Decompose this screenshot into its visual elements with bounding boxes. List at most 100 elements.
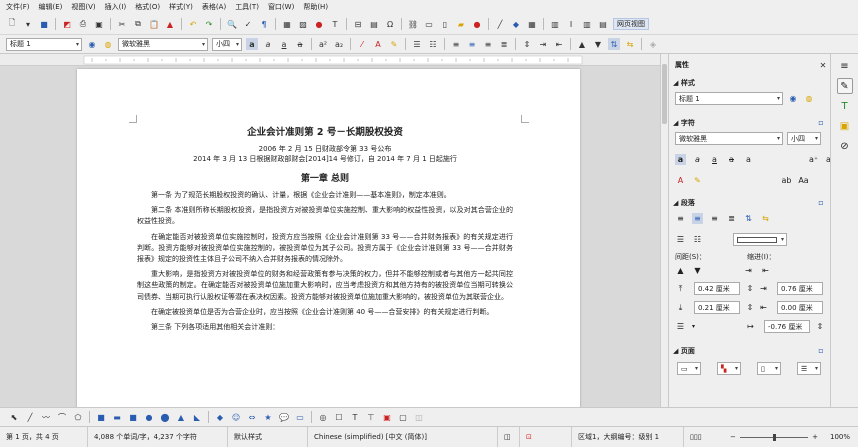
background-color-combo[interactable]: ▾ bbox=[733, 233, 787, 246]
align-left-icon[interactable]: ≡ bbox=[450, 38, 462, 50]
strikethrough-icon[interactable]: a bbox=[294, 38, 306, 50]
word-count[interactable]: 4,088 个单词/字，4,237 个字符 bbox=[88, 426, 228, 447]
insert-mode-icon[interactable]: ◫ bbox=[498, 426, 520, 447]
page-orientation-button[interactable]: ▭ ▾ bbox=[677, 362, 701, 375]
menu-item[interactable]: 格式(O) bbox=[135, 2, 160, 12]
formatting-marks-icon[interactable]: ¶ bbox=[258, 18, 270, 30]
page-columns-button[interactable]: ☰ ▾ bbox=[797, 362, 821, 375]
bullets-icon[interactable]: ☰ bbox=[675, 234, 686, 245]
line-spacing-icon[interactable]: ☰ bbox=[675, 321, 686, 332]
close-icon[interactable]: ✕ bbox=[817, 59, 829, 71]
menu-item[interactable]: 文件(F) bbox=[6, 2, 30, 12]
bold-icon[interactable]: a bbox=[675, 154, 686, 165]
grow-font-icon[interactable]: a⁺ bbox=[808, 154, 819, 165]
normal-view-icon[interactable]: ▥ bbox=[581, 18, 593, 30]
special-character-icon[interactable]: Ω bbox=[384, 18, 396, 30]
open-folder-icon[interactable]: ▾ bbox=[22, 18, 34, 30]
page-break-icon[interactable]: ⊟ bbox=[352, 18, 364, 30]
navigate-icon[interactable]: ◈ bbox=[647, 38, 659, 50]
document-body[interactable]: 企业会计准则第 2 号－长期股权投资 2006 年 2 月 15 日财政部令第 … bbox=[137, 124, 513, 333]
paste-icon[interactable]: 📋 bbox=[148, 18, 160, 30]
symbol-shapes-icon[interactable]: ☺ bbox=[230, 411, 242, 423]
digital-signature-icon[interactable]: ⊡ bbox=[520, 426, 572, 447]
align-center-icon[interactable]: ≡ bbox=[466, 38, 478, 50]
menu-item[interactable]: 样式(Y) bbox=[169, 2, 193, 12]
section-info[interactable]: 区域1，大纲编号：级别 1 bbox=[572, 426, 684, 447]
align-right-icon[interactable]: ≡ bbox=[482, 38, 494, 50]
polygon-icon[interactable]: ⬠ bbox=[72, 411, 84, 423]
update-style-icon[interactable]: ◉ bbox=[787, 93, 799, 105]
hyperlink-icon[interactable]: ⛓ bbox=[407, 18, 419, 30]
font-name-combo[interactable]: 微软雅黑 ▾ bbox=[118, 37, 208, 51]
spin-icon[interactable]: ⇕ bbox=[814, 321, 826, 333]
sidebar-style-combo[interactable]: 标题 1 ▾ bbox=[675, 92, 783, 105]
paragraph-spacing-up-icon[interactable]: ▲ bbox=[675, 265, 686, 276]
stars-icon[interactable]: ★ bbox=[262, 411, 274, 423]
toggle-extrusion-icon[interactable]: ◫ bbox=[413, 411, 425, 423]
align-right-icon[interactable]: ≡ bbox=[709, 213, 720, 224]
zoom-slider[interactable]: − + bbox=[724, 427, 824, 447]
paragraph-spacing-down-icon[interactable]: ▼ bbox=[592, 38, 604, 50]
underline-icon[interactable]: a bbox=[278, 38, 290, 50]
ellipse-icon[interactable]: ● bbox=[143, 411, 155, 423]
character-spacing-icon[interactable]: ab bbox=[781, 175, 792, 186]
deck-menu-icon[interactable]: ≡ bbox=[837, 58, 853, 74]
properties-deck-icon[interactable]: ✎ bbox=[836, 78, 853, 94]
line-spacing-icon[interactable]: ⇕ bbox=[521, 38, 533, 50]
rtl-icon[interactable]: ⇆ bbox=[624, 38, 636, 50]
new-document-icon[interactable]: 🗋 bbox=[6, 18, 18, 30]
sidebar-toggle-icon[interactable]: ▥ bbox=[549, 18, 561, 30]
below-spacing-input[interactable]: 0.21 厘米 bbox=[694, 301, 740, 314]
rounded-rectangle-icon[interactable]: ▬ bbox=[111, 411, 123, 423]
highlight-icon[interactable]: ✎ bbox=[388, 38, 400, 50]
subscript-icon[interactable]: a₂ bbox=[333, 38, 345, 50]
more-options-icon[interactable]: ▫ bbox=[815, 196, 827, 208]
document-canvas[interactable]: 企业会计准则第 2 号－长期股权投资 2006 年 2 月 15 日财政部令第 … bbox=[0, 66, 660, 407]
superscript-icon[interactable]: a² bbox=[317, 38, 329, 50]
fontwork-icon[interactable]: ▣ bbox=[381, 411, 393, 423]
strikethrough-icon[interactable]: a bbox=[726, 154, 737, 165]
paragraph-style-combo[interactable]: 标题 1 ▾ bbox=[6, 37, 82, 51]
italic-icon[interactable]: a bbox=[692, 154, 703, 165]
extrusion-icon[interactable]: ▢ bbox=[397, 411, 409, 423]
align-center-icon[interactable]: ≡ bbox=[692, 213, 703, 224]
bullets-icon[interactable]: ☰ bbox=[411, 38, 423, 50]
sidebar-font-combo[interactable]: 微软雅黑 ▾ bbox=[675, 132, 783, 145]
after-indent-input[interactable]: 0.00 厘米 bbox=[777, 301, 823, 314]
menu-item[interactable]: 表格(A) bbox=[202, 2, 226, 12]
redo-icon[interactable]: ↷ bbox=[203, 18, 215, 30]
show-draw-functions-icon[interactable]: ▦ bbox=[526, 18, 538, 30]
first-line-indent-input[interactable]: -0.76 厘米 bbox=[764, 320, 811, 333]
basic-shapes-icon[interactable]: ◆ bbox=[510, 18, 522, 30]
insert-image-icon[interactable]: ▨ bbox=[297, 18, 309, 30]
above-spacing-input[interactable]: 0.42 厘米 bbox=[694, 282, 740, 295]
text-cursor-icon[interactable]: I bbox=[565, 18, 577, 30]
page-style[interactable]: 默认样式 bbox=[228, 426, 308, 447]
font-size-combo[interactable]: 小四 ▾ bbox=[212, 37, 242, 51]
numbering-icon[interactable]: ☷ bbox=[427, 38, 439, 50]
justify-icon[interactable]: ≣ bbox=[498, 38, 510, 50]
curve-icon[interactable]: ⌒ bbox=[56, 411, 68, 423]
print-icon[interactable]: ⎙ bbox=[77, 18, 89, 30]
bold-icon[interactable]: a bbox=[246, 38, 258, 50]
clear-formatting-icon[interactable]: ⁄ bbox=[356, 38, 368, 50]
right-triangle-icon[interactable]: ◣ bbox=[191, 411, 203, 423]
font-color-icon[interactable]: A bbox=[675, 175, 686, 186]
decrease-indent-icon[interactable]: ⇤ bbox=[553, 38, 565, 50]
menu-item[interactable]: 插入(I) bbox=[105, 2, 127, 12]
flowchart-icon[interactable]: ▭ bbox=[294, 411, 306, 423]
basic-shapes-icon[interactable]: ◆ bbox=[214, 411, 226, 423]
spin-icon[interactable]: ⇕ bbox=[744, 302, 756, 314]
track-changes-icon[interactable]: ● bbox=[471, 18, 483, 30]
insert-textbox-icon[interactable]: T bbox=[329, 18, 341, 30]
menu-item[interactable]: 编辑(E) bbox=[39, 2, 63, 12]
zoom-level[interactable]: 100% bbox=[824, 427, 854, 447]
gallery-deck-icon[interactable]: ▣ bbox=[837, 118, 853, 134]
paragraph-spacing-down-icon[interactable]: ▼ bbox=[692, 265, 703, 276]
zoom-in-icon[interactable]: + bbox=[812, 433, 818, 441]
insert-chart-icon[interactable]: ● bbox=[313, 18, 325, 30]
sidebar-size-combo[interactable]: 小四 ▾ bbox=[787, 132, 821, 145]
page-margins-button[interactable]: ▚ ▾ bbox=[717, 362, 741, 375]
text-direction-icon[interactable]: ⇅ bbox=[743, 213, 754, 224]
print-preview-icon[interactable]: ▣ bbox=[93, 18, 105, 30]
